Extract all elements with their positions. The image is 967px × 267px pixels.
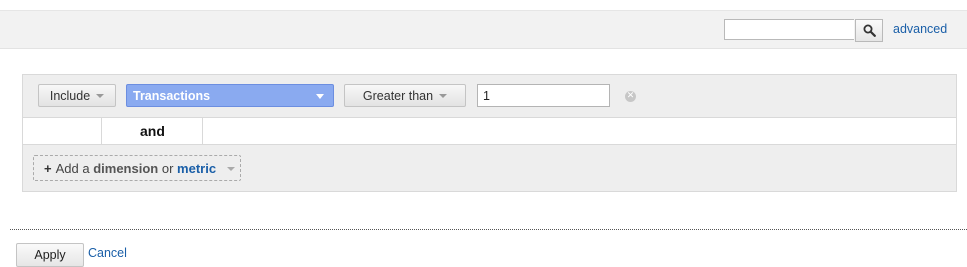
close-circle-icon[interactable]: ✕ [625, 91, 636, 102]
apply-button[interactable]: Apply [16, 243, 84, 267]
include-dropdown[interactable]: Include [38, 84, 116, 107]
filter-condition-row: Include Transactions Greater than ✕ [22, 74, 957, 118]
dimension-text: dimension [93, 160, 159, 176]
condition-dropdown[interactable]: Greater than [344, 84, 466, 107]
dimension-select[interactable]: Transactions [126, 84, 334, 107]
top-toolbar: advanced [0, 10, 967, 49]
divider [10, 229, 967, 230]
condition-label: Greater than [362, 88, 434, 103]
and-right-spacer [202, 118, 957, 144]
dimension-label: Transactions [133, 88, 211, 103]
advanced-link[interactable]: advanced [893, 22, 947, 36]
and-label: and [140, 123, 165, 139]
metric-text: metric [177, 160, 217, 176]
chevron-down-icon [316, 94, 324, 99]
chevron-down-icon [96, 93, 105, 98]
cancel-link[interactable]: Cancel [88, 246, 127, 260]
chevron-down-icon [439, 93, 448, 98]
or-text: or [161, 160, 174, 176]
value-input[interactable] [477, 84, 610, 107]
and-left-spacer [22, 118, 102, 144]
add-condition-row: + Add a dimension or metric [22, 144, 957, 192]
add-dimension-or-metric-button[interactable]: + Add a dimension or metric [33, 155, 241, 181]
include-label: Include [49, 88, 91, 103]
add-a-text: Add a [55, 160, 90, 176]
search-input[interactable] [724, 19, 854, 40]
magnifier-icon [863, 24, 876, 37]
chevron-down-icon [227, 167, 235, 171]
plus-icon: + [44, 160, 52, 176]
search-button[interactable] [855, 19, 883, 42]
